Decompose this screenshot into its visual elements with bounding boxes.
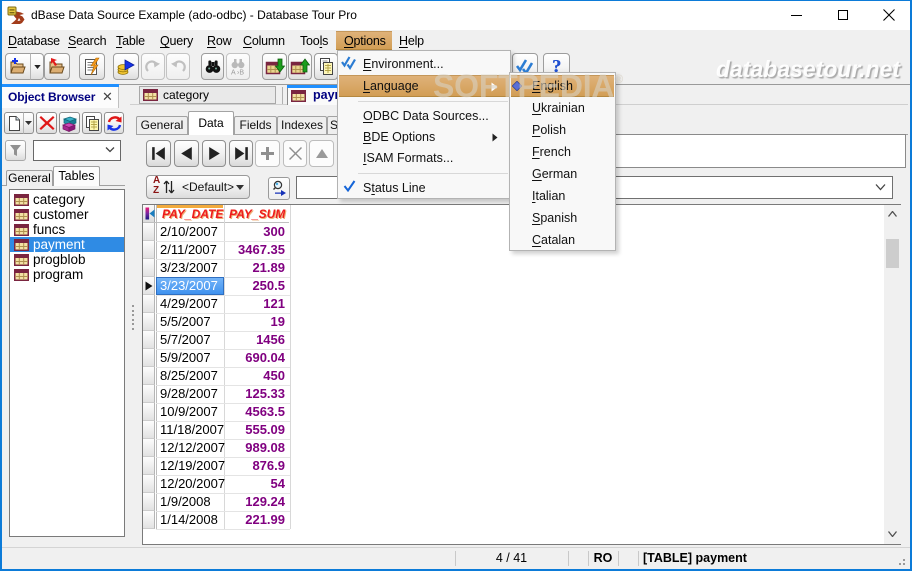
- svg-text:A: A: [231, 69, 236, 76]
- svg-text:›B: ›B: [237, 69, 244, 76]
